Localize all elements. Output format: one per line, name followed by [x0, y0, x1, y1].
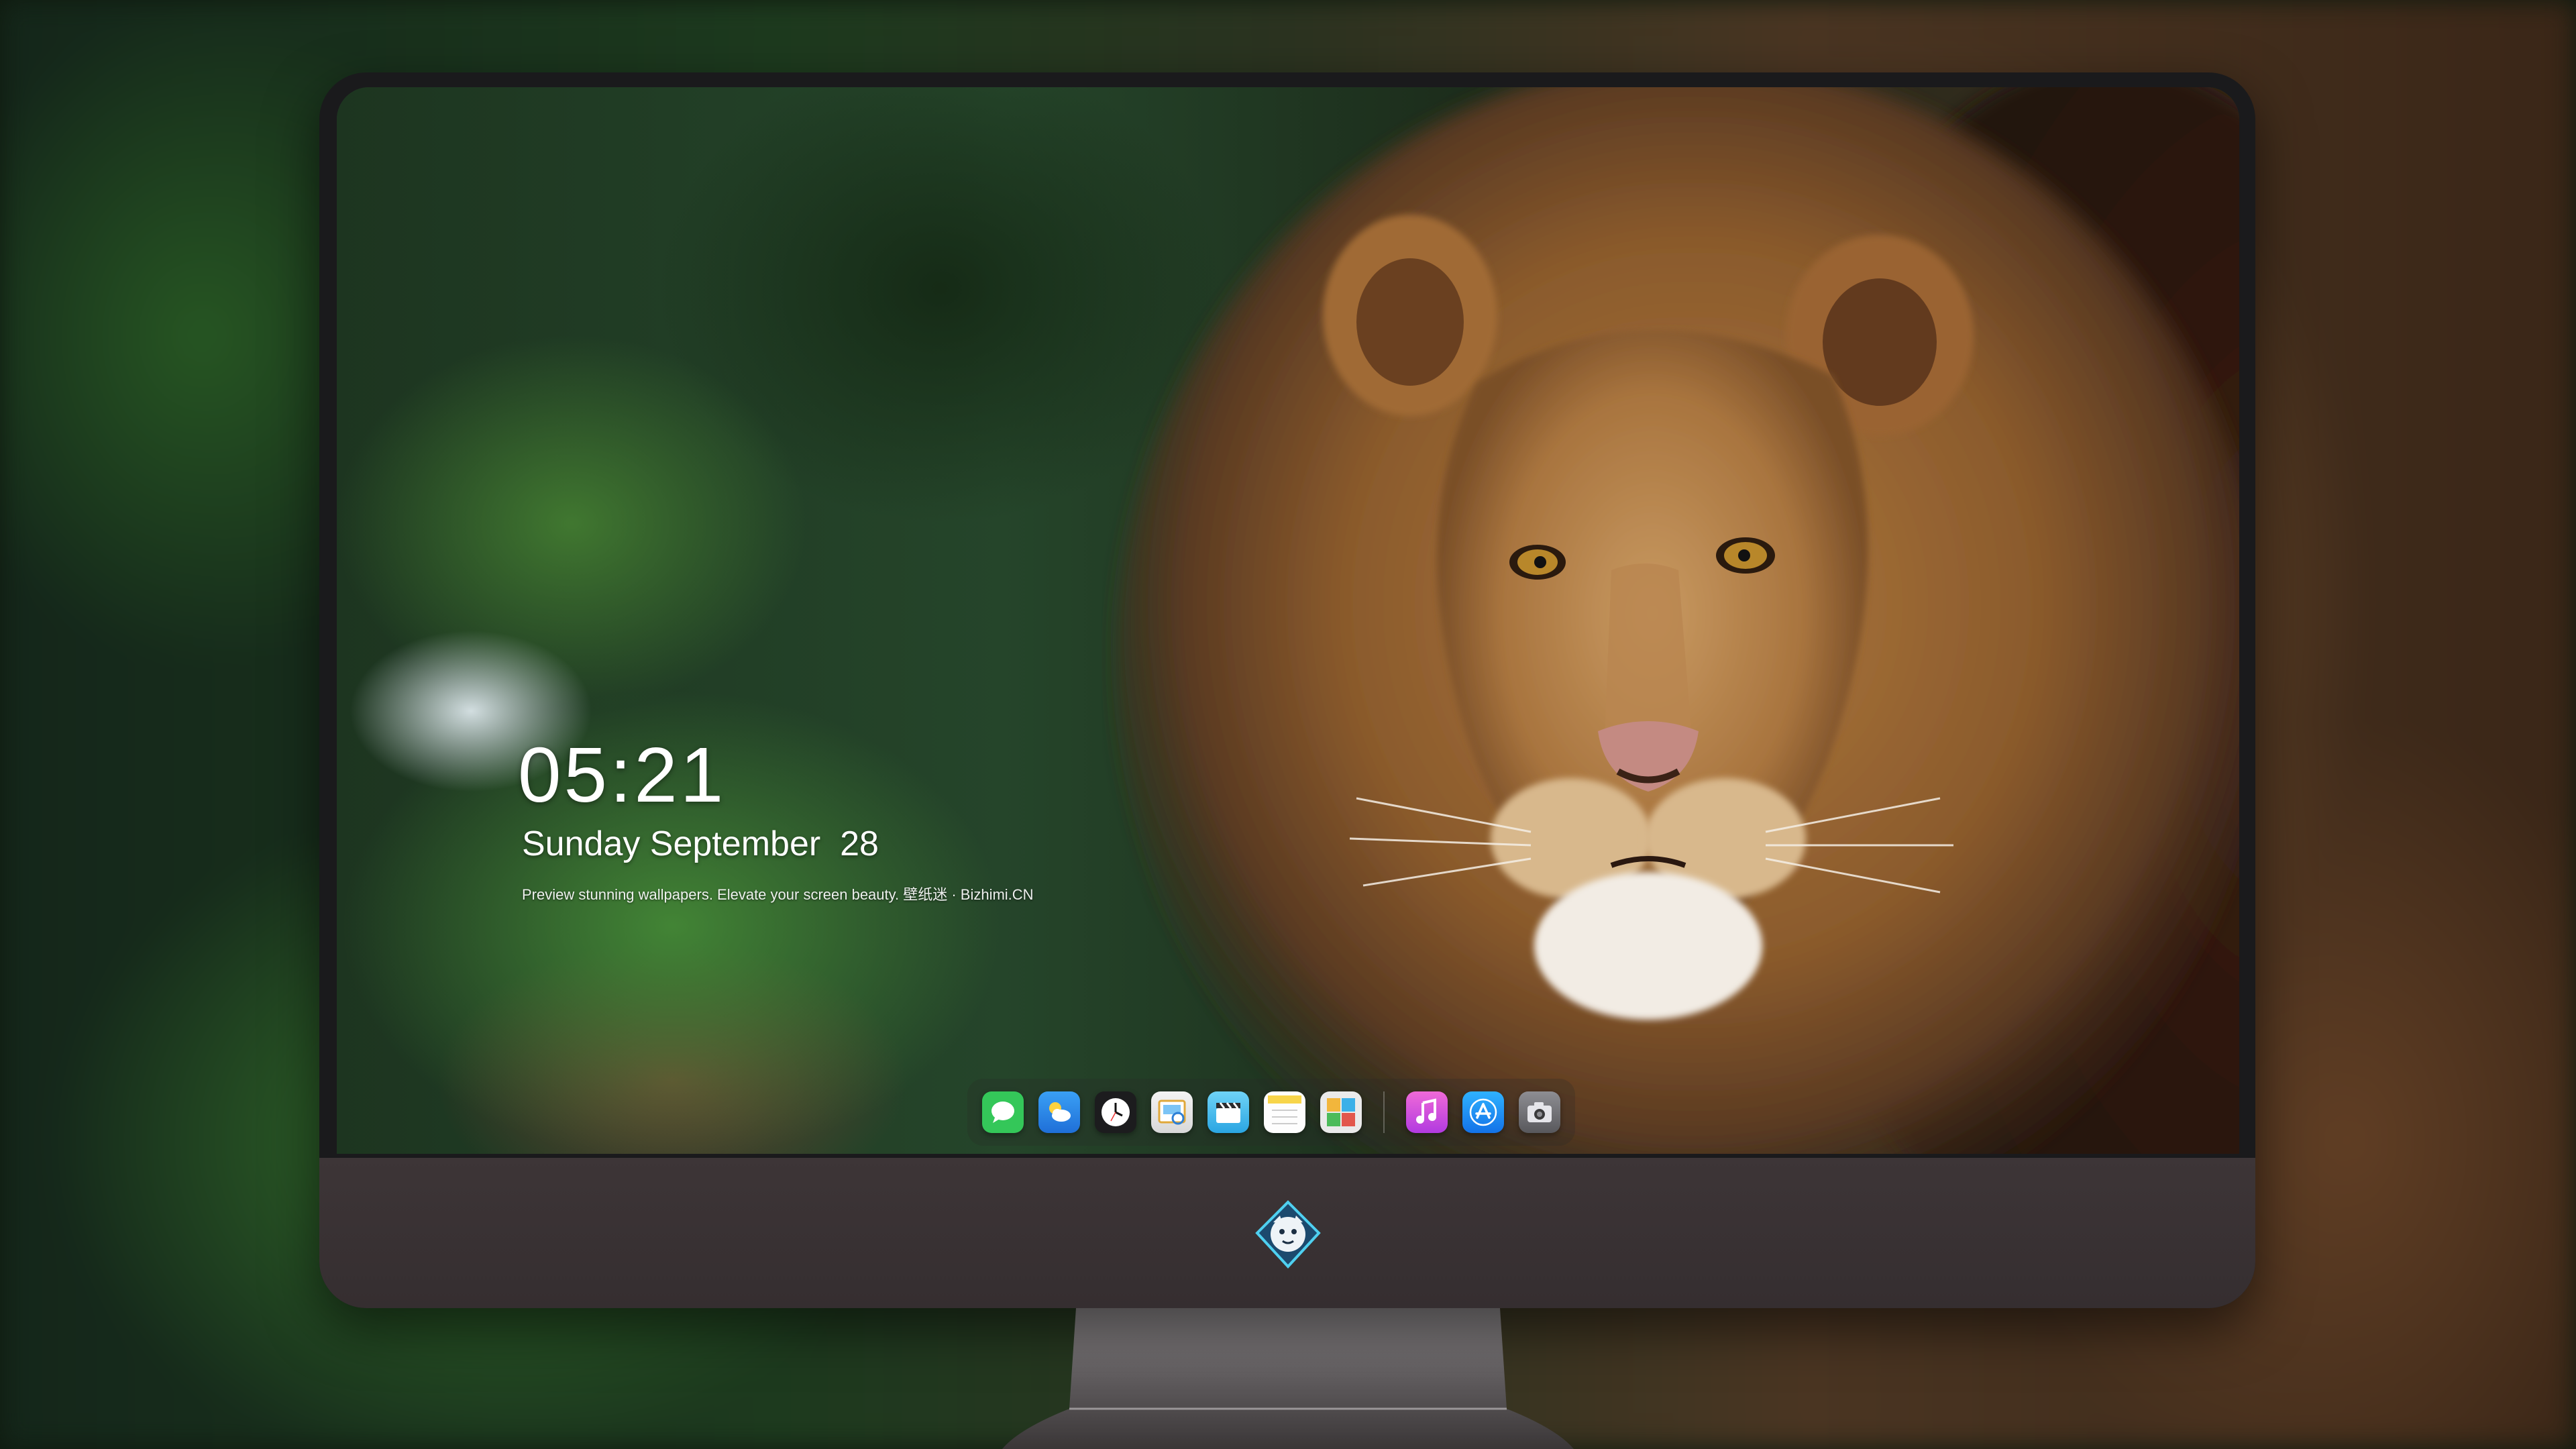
dock [967, 1079, 1575, 1146]
monitor-stand [990, 1308, 1586, 1449]
lockscreen-tagline: Preview stunning wallpapers. Elevate you… [522, 886, 1034, 903]
lion-wallpaper-image [1115, 87, 2239, 1154]
photo-booth-icon[interactable] [1320, 1091, 1362, 1133]
messages-icon[interactable] [982, 1091, 1024, 1133]
music-icon[interactable] [1406, 1091, 1448, 1133]
clips-icon[interactable] [1208, 1091, 1249, 1133]
camera-icon[interactable] [1519, 1091, 1560, 1133]
lockscreen-date: Sunday September 28 [522, 824, 879, 863]
dock-separator [1383, 1091, 1385, 1133]
weather-icon[interactable] [1038, 1091, 1080, 1133]
lockscreen-time: 05:21 [518, 731, 727, 818]
chin-logo-icon [1253, 1199, 1323, 1269]
desktop-scene: 05:21 Sunday September 28 Preview stunni… [0, 0, 2576, 1449]
clock-icon[interactable] [1095, 1091, 1136, 1133]
preview-icon[interactable] [1151, 1091, 1193, 1133]
notes-icon[interactable] [1264, 1091, 1305, 1133]
app-store-icon[interactable] [1462, 1091, 1504, 1133]
screen: 05:21 Sunday September 28 Preview stunni… [337, 87, 2239, 1154]
